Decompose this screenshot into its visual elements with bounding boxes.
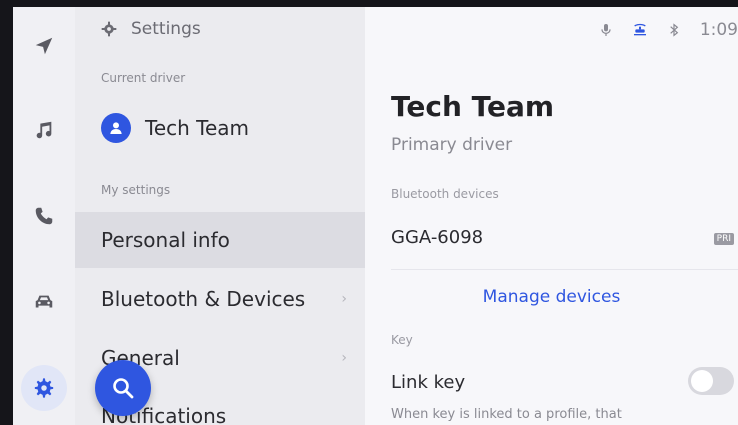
phone-icon bbox=[35, 207, 53, 225]
navigation-arrow-icon bbox=[35, 37, 53, 55]
avatar bbox=[101, 113, 131, 143]
link-key-label: Link key bbox=[391, 372, 466, 393]
current-driver-row[interactable]: Tech Team bbox=[101, 113, 249, 143]
chevron-right-icon: › bbox=[341, 350, 347, 366]
microphone-off-icon bbox=[601, 24, 611, 36]
profile-detail-pane: 1:09 Tech Team Primary driver Bluetooth … bbox=[365, 7, 738, 425]
music-note-icon bbox=[36, 121, 52, 139]
primary-device-badge: PRI bbox=[713, 233, 734, 245]
bluetooth-icon bbox=[670, 23, 679, 37]
bluetooth-device-name[interactable]: GGA-6098 bbox=[391, 227, 483, 248]
link-key-toggle[interactable] bbox=[688, 367, 734, 395]
gear-icon bbox=[34, 378, 54, 398]
search-icon bbox=[113, 378, 134, 399]
menu-item-bluetooth-devices[interactable]: Bluetooth & Devices › bbox=[75, 271, 365, 327]
phone-button[interactable] bbox=[23, 195, 65, 237]
settings-title: Settings bbox=[131, 19, 201, 39]
settings-button[interactable] bbox=[21, 365, 67, 411]
car-icon bbox=[35, 295, 53, 308]
divider bbox=[391, 269, 738, 270]
clock-time: 1:09 bbox=[699, 20, 738, 40]
person-icon bbox=[110, 122, 122, 134]
toggle-knob bbox=[691, 370, 713, 392]
app-frame: Settings Current driver Tech Team My set… bbox=[13, 7, 738, 425]
menu-item-personal-info[interactable]: Personal info bbox=[75, 212, 365, 268]
my-settings-label: My settings bbox=[101, 183, 171, 197]
connected-vehicle-icon bbox=[633, 23, 646, 36]
media-button[interactable] bbox=[23, 109, 65, 151]
current-driver-label: Current driver bbox=[101, 71, 186, 85]
status-bar: 1:09 bbox=[598, 20, 738, 40]
search-button[interactable] bbox=[95, 360, 151, 416]
settings-header: Settings bbox=[101, 19, 201, 39]
nav-rail bbox=[13, 7, 76, 425]
key-section-label: Key bbox=[391, 333, 413, 347]
manage-devices-button[interactable]: Manage devices bbox=[365, 287, 738, 307]
menu-item-label: Personal info bbox=[101, 228, 230, 252]
vehicle-button[interactable] bbox=[23, 281, 65, 323]
chevron-right-icon: › bbox=[341, 291, 347, 307]
navigation-button[interactable] bbox=[23, 25, 65, 67]
gear-icon bbox=[101, 21, 117, 37]
profile-subtitle: Primary driver bbox=[391, 135, 513, 155]
bluetooth-devices-label: Bluetooth devices bbox=[391, 187, 499, 201]
driver-name: Tech Team bbox=[145, 116, 250, 140]
profile-title: Tech Team bbox=[391, 90, 555, 123]
menu-item-label: Bluetooth & Devices bbox=[101, 287, 306, 311]
link-key-description: When key is linked to a profile, that bbox=[391, 407, 622, 422]
